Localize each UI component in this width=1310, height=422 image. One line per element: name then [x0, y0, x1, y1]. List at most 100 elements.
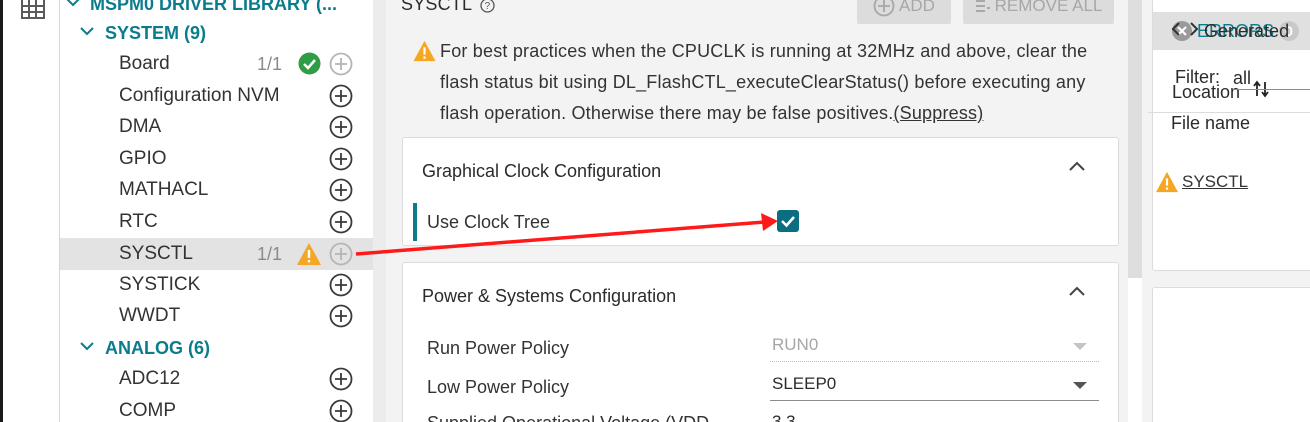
- tree-item-label: Configuration NVM: [119, 85, 280, 106]
- add-button[interactable]: ADD: [857, 0, 951, 24]
- tree-item-configuration-nvm[interactable]: Configuration NVM: [60, 80, 373, 112]
- tree-library-label: MSPM0 DRIVER LIBRARY (...: [90, 0, 338, 14]
- grid-view-icon[interactable]: [21, 0, 47, 20]
- card-title: Graphical Clock Configuration: [422, 161, 662, 181]
- module-title: SYSCTL ?: [401, 0, 495, 15]
- activity-bar: [0, 0, 60, 422]
- location-link-sysctl[interactable]: SYSCTL: [1156, 171, 1249, 193]
- tree-item-label: ADC12: [119, 368, 181, 389]
- input-value: 3.3: [772, 412, 796, 422]
- tree-item-board[interactable]: Board 1/1: [60, 48, 373, 80]
- help-icon[interactable]: ?: [480, 0, 495, 13]
- tree-item-label: SYSCTL: [119, 243, 193, 264]
- filter-label: Filter:: [1175, 67, 1220, 87]
- section-indicator: [413, 203, 417, 241]
- use-clock-tree-label: Use Clock Tree: [427, 212, 551, 232]
- supplied-voltage-input[interactable]: 3.3: [770, 409, 1099, 422]
- tree-item-label: GPIO: [119, 148, 167, 169]
- flash-warning-notice: For best practices when the CPUCLK is ru…: [408, 36, 1118, 129]
- add-instance-icon[interactable]: [329, 399, 353, 422]
- add-instance-icon[interactable]: [329, 178, 353, 202]
- tree-item-label: MATHACL: [119, 179, 209, 200]
- svg-text:?: ?: [484, 1, 490, 12]
- remove-all-button[interactable]: REMOVE ALL: [963, 0, 1114, 24]
- generated-files-header[interactable]: Generated: [1171, 21, 1289, 42]
- supplied-voltage-label: Supplied Operational Voltage (VDD: [427, 413, 709, 422]
- add-instance-icon[interactable]: [329, 210, 353, 234]
- card-title: Power & Systems Configuration: [422, 286, 677, 306]
- window-edge-2: [0, 150, 3, 200]
- checkmark-icon: [781, 216, 795, 228]
- remove-list-icon: [975, 0, 990, 12]
- location-link-label: SYSCTL: [1182, 172, 1249, 191]
- chevron-down-icon[interactable]: [66, 0, 80, 7]
- chevron-up-icon[interactable]: [1069, 286, 1085, 296]
- tree-scrollbar[interactable]: [373, 0, 386, 422]
- problems-panel: ERRORS 0 Location SYSCTL Generated Filte…: [1142, 0, 1310, 422]
- tree-item-wwdt[interactable]: WWDT: [60, 300, 373, 332]
- tree-item-rtc[interactable]: RTC: [60, 206, 373, 238]
- warning-icon: [297, 243, 321, 265]
- run-power-policy-label: Run Power Policy: [427, 338, 570, 358]
- remove-all-button-label: REMOVE ALL: [994, 0, 1103, 15]
- add-instance-icon[interactable]: [329, 115, 353, 139]
- code-icon: [1171, 22, 1199, 36]
- instance-count: 1/1: [257, 53, 283, 74]
- tree-item-dma[interactable]: DMA: [60, 111, 373, 143]
- tree-item-label: WWDT: [119, 305, 181, 326]
- module-tree: MSPM0 DRIVER LIBRARY (... SYSTEM (9) Boa…: [60, 0, 373, 422]
- tree-item-label: RTC: [119, 211, 158, 232]
- filter-select[interactable]: all: [1233, 68, 1310, 90]
- chevron-up-icon[interactable]: [1069, 161, 1085, 171]
- generated-files-card: [1152, 287, 1310, 422]
- content-scrollbar[interactable]: [1128, 0, 1142, 278]
- tree-category-system[interactable]: SYSTEM (9): [60, 17, 373, 49]
- notice-text: For best practices when the CPUCLK is ru…: [440, 41, 1088, 123]
- tree-item-gpio[interactable]: GPIO: [60, 143, 373, 175]
- tree-item-label: Board: [119, 53, 170, 74]
- dropdown-caret-icon: [1073, 382, 1087, 389]
- tree-item-adc12[interactable]: ADC12: [60, 363, 373, 395]
- tree-category-label: SYSTEM (9): [105, 22, 207, 43]
- file-name-column-header[interactable]: File name: [1171, 113, 1250, 134]
- low-power-policy-select[interactable]: SLEEP0: [770, 371, 1099, 401]
- add-instance-icon[interactable]: [329, 304, 353, 328]
- low-power-policy-label: Low Power Policy: [427, 377, 570, 397]
- tree-item-sysctl[interactable]: SYSCTL 1/1: [60, 238, 373, 270]
- power-systems-config-card: Power & Systems Configuration Run Power …: [402, 262, 1119, 422]
- tree-item-label: DMA: [119, 116, 162, 137]
- add-instance-icon[interactable]: [329, 367, 353, 391]
- tree-item-mathacl[interactable]: MATHACL: [60, 174, 373, 206]
- use-clock-tree-checkbox[interactable]: [777, 210, 799, 232]
- window-edge: [0, 0, 3, 422]
- add-instance-icon[interactable]: [329, 242, 353, 266]
- check-circle-icon: [298, 52, 321, 75]
- chevron-down-icon[interactable]: [80, 341, 94, 351]
- warning-icon: [1156, 171, 1178, 193]
- add-button-label: ADD: [899, 0, 935, 15]
- add-circle-icon: [873, 0, 895, 17]
- tree-category-label: ANALOG (6): [105, 337, 210, 358]
- generated-files-label: Generated: [1204, 21, 1290, 41]
- run-power-policy-select: RUN0: [770, 332, 1099, 362]
- select-value: RUN0: [772, 335, 819, 354]
- module-config-panel: SYSCTL ? ADD REMOVE ALL For best practic…: [386, 0, 1128, 422]
- filter-row: Filter: all: [1175, 67, 1310, 90]
- add-instance-icon[interactable]: [329, 52, 353, 76]
- tree-item-systick[interactable]: SYSTICK: [60, 269, 373, 301]
- tree-item-label: COMP: [119, 400, 176, 421]
- chevron-down-icon[interactable]: [80, 26, 94, 36]
- tree-item-comp[interactable]: COMP: [60, 395, 373, 422]
- tree-category-analog[interactable]: ANALOG (6): [60, 332, 373, 364]
- suppress-link[interactable]: (Suppress): [893, 103, 983, 123]
- add-instance-icon[interactable]: [329, 84, 353, 108]
- add-instance-icon[interactable]: [329, 147, 353, 171]
- select-value: SLEEP0: [772, 374, 837, 393]
- warning-icon: [413, 40, 436, 62]
- tree-item-label: SYSTICK: [119, 274, 201, 295]
- instance-count: 1/1: [257, 243, 283, 264]
- graphical-clock-config-card: Graphical Clock Configuration Use Clock …: [402, 137, 1119, 246]
- add-instance-icon[interactable]: [329, 273, 353, 297]
- dropdown-caret-icon: [1073, 343, 1087, 350]
- module-title-text: SYSCTL: [401, 0, 472, 14]
